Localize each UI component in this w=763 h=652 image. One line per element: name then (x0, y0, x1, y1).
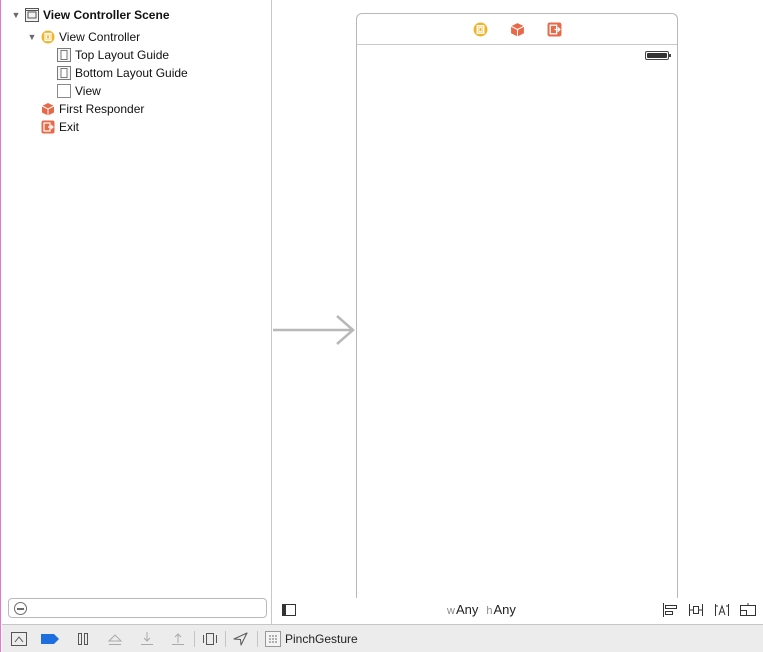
outline-row-scene[interactable]: ▼ View Controller Scene (11, 6, 170, 24)
width-class-value: Any (455, 602, 479, 617)
outline-filter-field[interactable] (8, 598, 267, 618)
outline-row-first-responder[interactable]: First Responder (41, 100, 144, 118)
outline-row-top-layout-guide[interactable]: Top Layout Guide (57, 46, 169, 64)
disclosure-triangle-icon[interactable]: ▼ (27, 32, 37, 42)
debug-bar: PinchGesture (2, 624, 763, 652)
exit-icon[interactable] (547, 22, 562, 37)
breakpoints-icon[interactable] (41, 631, 59, 647)
gesture-recognizer-icon[interactable] (265, 631, 281, 647)
pause-icon[interactable] (75, 631, 91, 647)
battery-icon (645, 51, 671, 60)
pin-icon[interactable] (688, 603, 704, 617)
initial-view-controller-arrow-icon[interactable] (273, 314, 357, 346)
layout-guide-icon (57, 48, 71, 62)
scene-title: View Controller Scene (43, 8, 170, 22)
outline-item-label: View Controller (59, 30, 141, 44)
divider (257, 631, 258, 647)
size-class-control[interactable]: wAny hAny (447, 602, 516, 617)
step-into-icon[interactable] (139, 631, 155, 647)
outline-row-view-controller[interactable]: ▼ View Controller (27, 28, 141, 46)
hide-debug-area-icon[interactable] (11, 631, 27, 647)
disclosure-triangle-icon[interactable]: ▼ (11, 10, 21, 20)
view-controller-scene[interactable] (356, 13, 678, 603)
align-icon[interactable] (662, 603, 678, 617)
height-class-prefix: h (486, 605, 493, 617)
debug-view-hierarchy-icon[interactable] (202, 631, 218, 647)
exit-icon (41, 120, 55, 134)
first-responder-icon[interactable] (510, 22, 525, 37)
step-over-icon[interactable] (107, 631, 123, 647)
toggle-outline-icon[interactable] (281, 603, 297, 617)
outline-row-bottom-layout-guide[interactable]: Bottom Layout Guide (57, 64, 188, 82)
size-class-bar: wAny hAny (273, 598, 763, 624)
scene-dock (357, 14, 677, 45)
outline-item-label: First Responder (59, 102, 145, 116)
resolve-auto-layout-icon[interactable] (714, 603, 730, 617)
document-outline: ▼ View Controller Scene ▼ View Controlle… (2, 0, 272, 624)
view-icon (57, 84, 71, 98)
outline-row-exit[interactable]: Exit (41, 118, 79, 136)
gesture-label[interactable]: PinchGesture (285, 632, 358, 646)
outline-row-view[interactable]: View (57, 82, 101, 100)
height-class-value: Any (493, 602, 516, 617)
view-controller-icon[interactable] (473, 22, 488, 37)
outline-item-label: Top Layout Guide (75, 48, 170, 62)
storyboard-editor: ▼ View Controller Scene ▼ View Controlle… (0, 0, 763, 652)
outline-item-label: View (75, 84, 101, 98)
filter-icon[interactable] (14, 602, 27, 615)
divider (225, 631, 226, 647)
simulate-location-icon[interactable] (233, 631, 249, 647)
divider (194, 631, 195, 647)
first-responder-icon (41, 102, 55, 116)
scene-icon (25, 8, 39, 22)
resizing-behavior-icon[interactable] (740, 603, 756, 617)
outline-item-label: Bottom Layout Guide (75, 66, 188, 80)
outline-item-label: Exit (59, 120, 80, 134)
width-class-prefix: w (447, 605, 455, 617)
layout-guide-icon (57, 66, 71, 80)
storyboard-canvas[interactable] (273, 0, 763, 603)
step-out-icon[interactable] (170, 631, 186, 647)
view-controller-icon (41, 30, 55, 44)
